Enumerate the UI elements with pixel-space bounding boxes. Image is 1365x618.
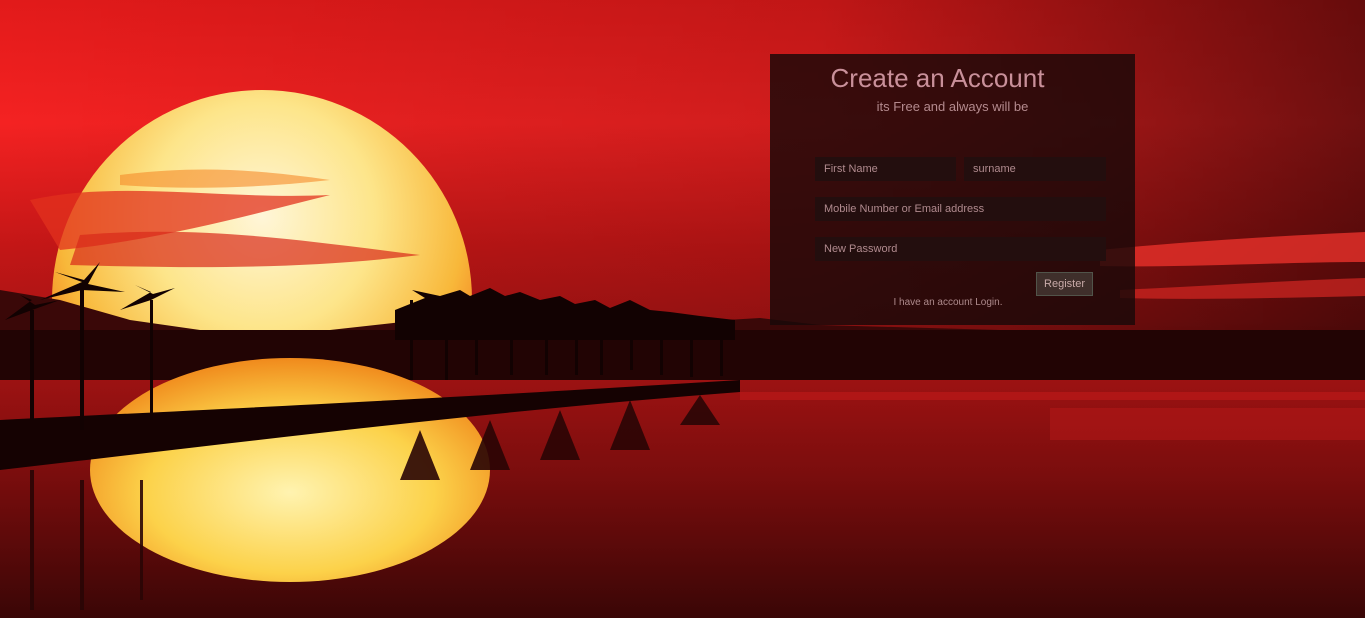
sunset-scene-image: [0, 0, 1365, 618]
mobile-or-email-input[interactable]: [815, 197, 1106, 221]
form-subtitle: its Free and always will be: [876, 99, 1029, 114]
first-name-input[interactable]: [815, 157, 956, 181]
register-button[interactable]: Register: [1036, 272, 1093, 296]
sunset-background: [0, 0, 1365, 618]
create-account-panel: Create an Account its Free and always wi…: [770, 54, 1135, 325]
form-title: Create an Account: [830, 63, 1045, 93]
new-password-input[interactable]: [815, 237, 1106, 261]
surname-input[interactable]: [964, 157, 1106, 181]
login-link[interactable]: I have an account Login.: [770, 297, 1126, 308]
